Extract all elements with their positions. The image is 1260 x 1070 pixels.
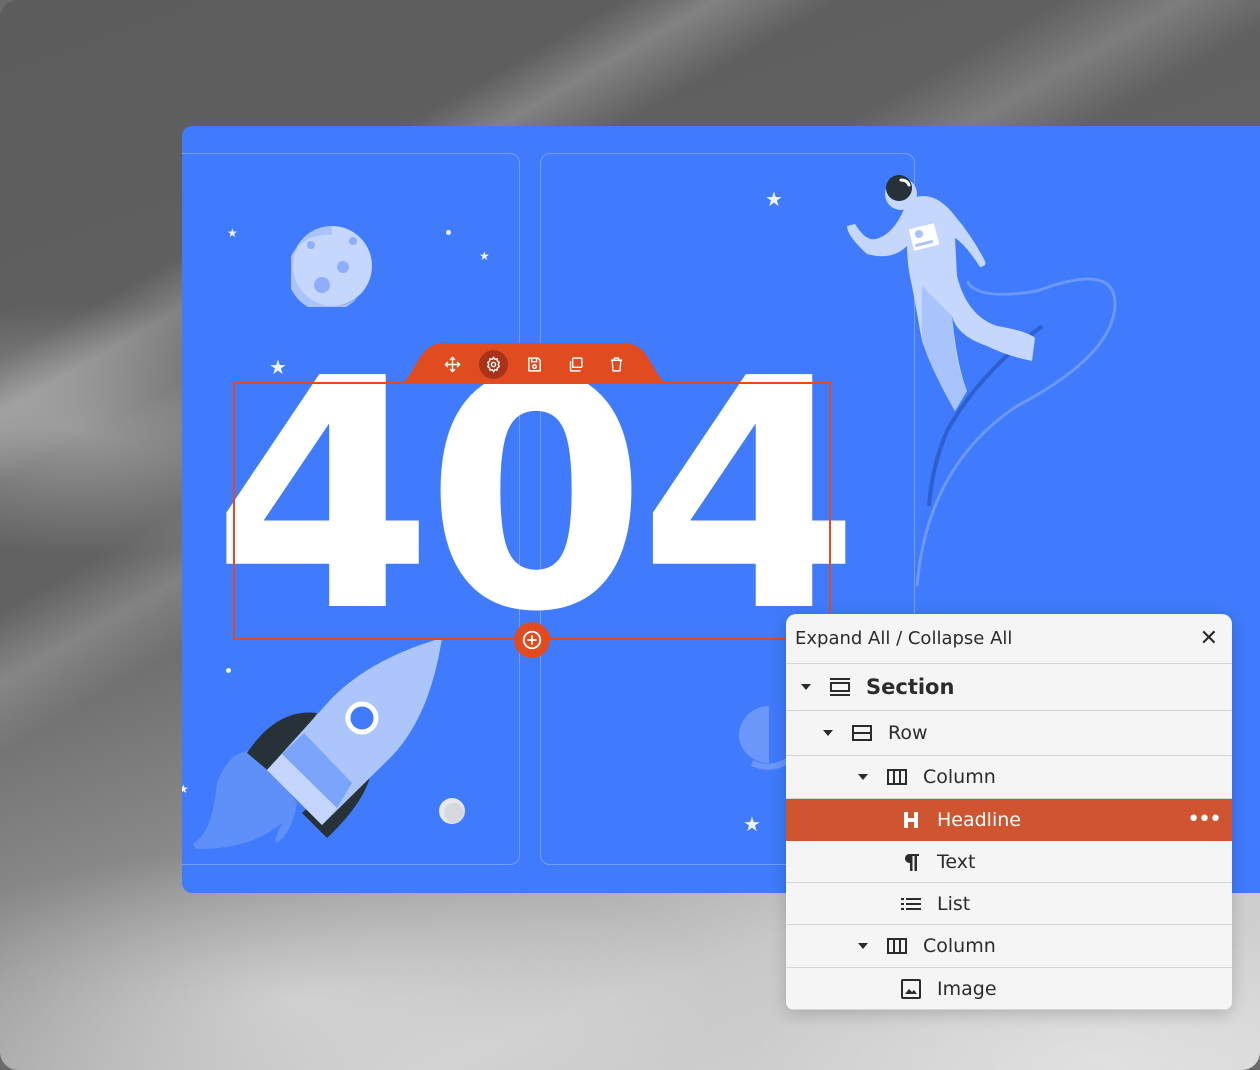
caret-down-icon[interactable] — [822, 730, 834, 736]
tree-item-label: Column — [923, 935, 996, 957]
duplicate-icon — [567, 356, 584, 373]
tree-item-column[interactable]: Column — [786, 756, 1232, 799]
trash-icon — [608, 356, 625, 373]
tree-item-headline[interactable]: Headline ••• — [786, 799, 1232, 841]
more-options-icon[interactable]: ••• — [1187, 807, 1222, 832]
move-icon — [444, 356, 461, 373]
image-icon — [899, 978, 923, 999]
close-icon[interactable]: ✕ — [1200, 627, 1218, 650]
tree-item-label: List — [937, 892, 971, 915]
caret-down-icon[interactable] — [857, 943, 869, 949]
dot — [446, 230, 451, 235]
save-icon — [526, 356, 543, 373]
tree-item-row[interactable]: Row — [786, 711, 1232, 756]
settings-button[interactable] — [479, 350, 508, 379]
navigator-header: Expand All / Collapse All ✕ — [786, 614, 1232, 664]
delete-button[interactable] — [602, 350, 631, 379]
tree-item-label: Section — [866, 675, 955, 699]
row-icon — [850, 723, 874, 743]
tree-item-label: Text — [937, 850, 976, 873]
tree-item-column[interactable]: Column — [786, 925, 1232, 968]
star-icon: ★ — [182, 782, 189, 796]
move-button[interactable] — [438, 350, 467, 379]
astronaut-illustration — [847, 175, 1117, 586]
tree-item-label: Row — [888, 722, 928, 744]
section-icon — [828, 677, 852, 697]
gear-icon — [485, 356, 502, 373]
column-icon — [885, 936, 909, 956]
tree-item-label: Headline — [937, 808, 1021, 831]
tree-item-section[interactable]: Section — [786, 664, 1232, 711]
tree-item-text[interactable]: Text — [786, 841, 1232, 883]
heading-icon — [899, 810, 923, 830]
star-icon: ★ — [765, 187, 783, 211]
star-icon: ★ — [227, 226, 238, 240]
save-button[interactable] — [520, 350, 549, 379]
headline-selection-outline — [233, 382, 831, 640]
tree-item-image[interactable]: Image — [786, 968, 1232, 1010]
caret-down-icon[interactable] — [800, 684, 812, 690]
caret-down-icon[interactable] — [857, 774, 869, 780]
tree-item-label: Image — [937, 977, 997, 1000]
moon-illustration — [291, 226, 372, 307]
paragraph-icon — [899, 852, 923, 872]
tree-item-label: Column — [923, 766, 996, 788]
expand-collapse-all[interactable]: Expand All / Collapse All — [795, 628, 1012, 649]
navigator-panel: Expand All / Collapse All ✕ Section Row … — [786, 614, 1232, 1010]
tree-item-list[interactable]: List — [786, 883, 1232, 925]
plus-circle-icon — [522, 630, 542, 650]
list-icon — [899, 894, 923, 914]
add-element-button[interactable] — [514, 622, 550, 658]
element-toolbar — [400, 343, 668, 383]
star-icon: ★ — [479, 249, 490, 263]
duplicate-button[interactable] — [561, 350, 590, 379]
star-icon: ★ — [743, 812, 761, 836]
column-icon — [885, 767, 909, 787]
